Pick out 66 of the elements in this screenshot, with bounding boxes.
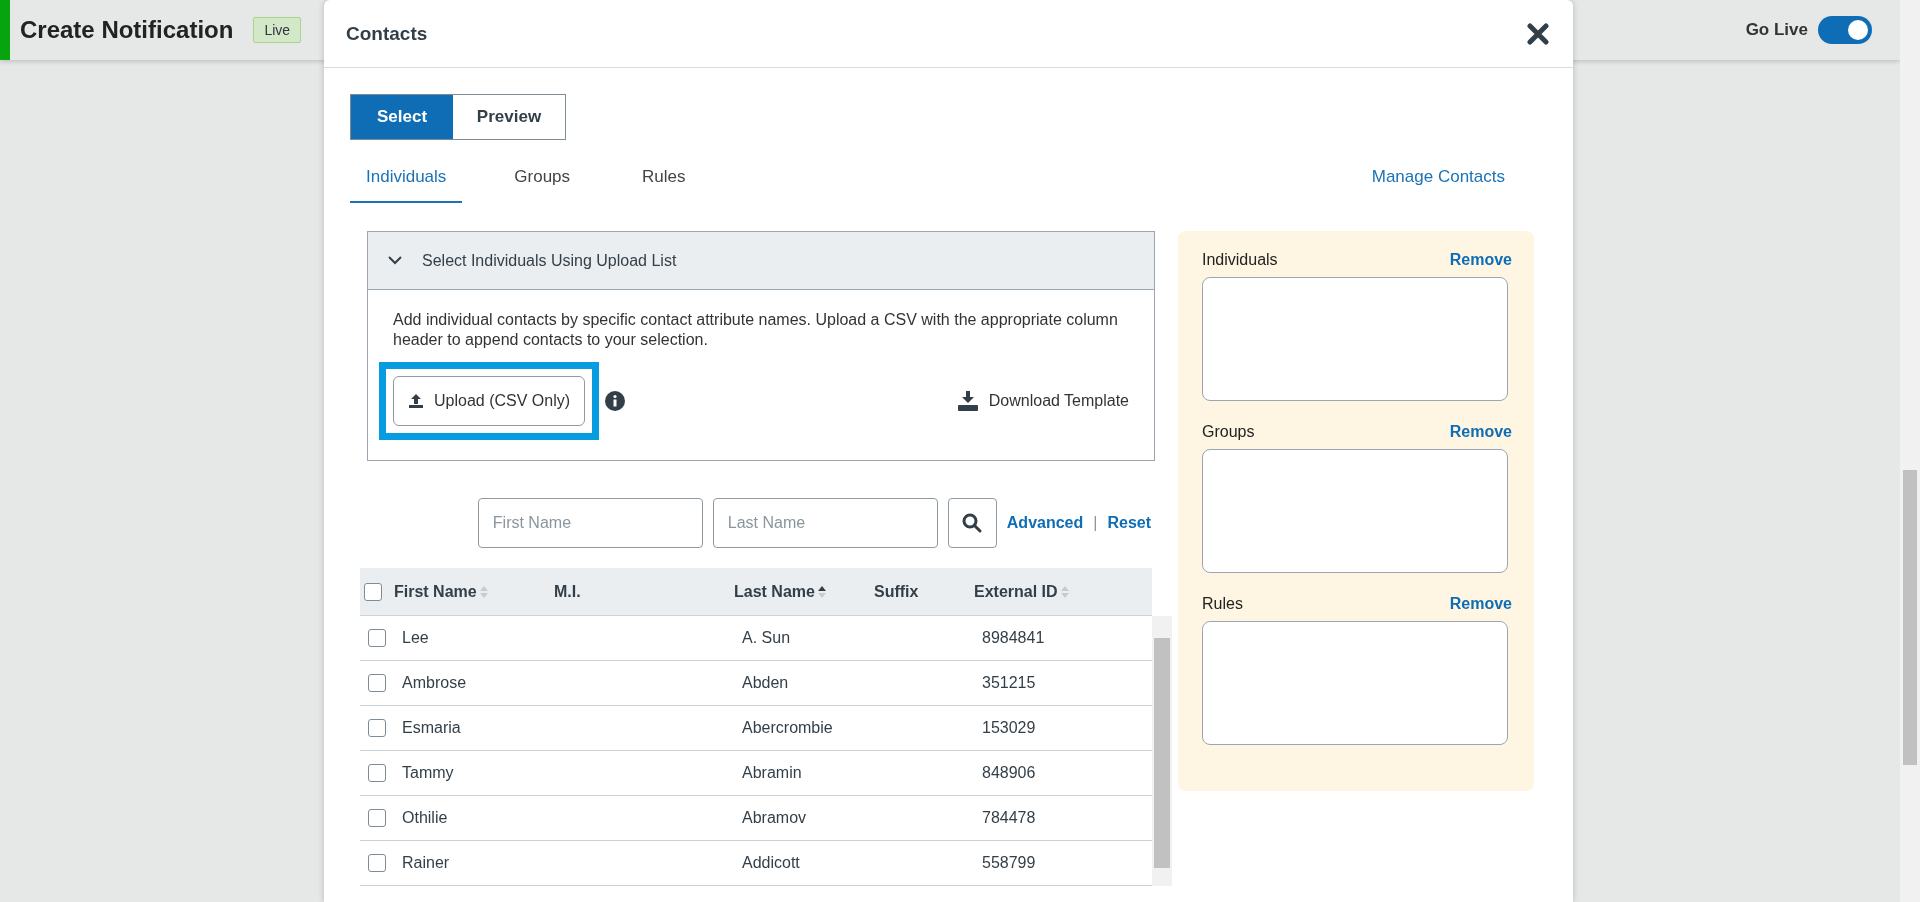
selection-label: Groups — [1202, 423, 1255, 441]
status-badge: Live — [253, 17, 302, 43]
last-name-field[interactable]: Last Name — [712, 498, 938, 548]
table-cell: 558799 — [982, 854, 1036, 871]
search-button[interactable] — [947, 498, 997, 548]
row-checkbox[interactable] — [368, 674, 386, 692]
table-cell: Abden — [742, 674, 789, 691]
row-checkbox[interactable] — [368, 854, 386, 872]
column-header[interactable]: First Name — [394, 582, 477, 601]
selection-label: Rules — [1202, 595, 1243, 613]
upload-description: Add individual contacts by specific contact attribute names. Upload a CSV with the appropriate column header to append contacts to your selection. — [393, 310, 1119, 350]
download-icon — [956, 391, 979, 411]
selection-label: Individuals — [1202, 251, 1278, 269]
tab[interactable]: Individuals — [350, 167, 463, 203]
close-icon — [1527, 22, 1549, 45]
table-cell: Abramin — [742, 764, 802, 781]
row-checkbox[interactable] — [368, 719, 386, 737]
tab[interactable]: Rules — [626, 167, 702, 203]
table-cell: 848906 — [982, 764, 1036, 781]
remove-link[interactable]: Remove — [1449, 595, 1512, 613]
first-name-field[interactable]: First Name — [477, 498, 703, 548]
table-cell: 8984841 — [982, 629, 1045, 646]
go-live-toggle[interactable] — [1818, 16, 1872, 44]
dialog-title: Contacts — [346, 22, 428, 45]
manage-contacts-link[interactable]: Manage Contacts — [1371, 167, 1505, 187]
mode-toggle-button[interactable]: Select — [351, 95, 453, 139]
table-scrollbar[interactable] — [1152, 616, 1172, 886]
table-cell: Tammy — [402, 764, 454, 781]
table-cell: Abramov — [742, 809, 807, 826]
link-separator: | — [1093, 514, 1098, 532]
page-scrollbar[interactable] — [1900, 0, 1920, 902]
page-title: Create Notification — [20, 16, 234, 44]
chevron-icon — [388, 256, 402, 265]
sort-icon[interactable] — [816, 584, 827, 599]
column-header: Suffix — [874, 582, 919, 601]
table-cell: Abercrombie — [742, 719, 833, 736]
remove-link[interactable]: Remove — [1449, 251, 1512, 269]
column-header: M.I. — [554, 582, 581, 601]
go-live-label: Go Live — [1745, 20, 1808, 40]
close-button[interactable] — [1527, 22, 1549, 45]
table-cell: Ambrose — [402, 674, 467, 691]
upload-button[interactable]: Upload (CSV Only) — [393, 376, 586, 426]
advanced-link[interactable]: Advanced — [1006, 514, 1084, 532]
row-checkbox[interactable] — [368, 764, 386, 782]
tab[interactable]: Groups — [498, 167, 587, 203]
reset-link[interactable]: Reset — [1107, 514, 1151, 532]
select-all-checkbox[interactable] — [364, 582, 382, 601]
table-cell: Rainer — [402, 854, 450, 871]
accordion-header[interactable]: Select Individuals Using Upload List — [368, 232, 1154, 290]
table-cell: Addicott — [742, 854, 800, 871]
table-cell: 351215 — [982, 674, 1036, 691]
search-icon — [962, 513, 983, 533]
remove-link[interactable]: Remove — [1449, 423, 1512, 441]
upload-icon — [408, 393, 424, 409]
column-header[interactable]: External ID — [974, 582, 1058, 601]
table-cell: 153029 — [982, 719, 1036, 736]
table-cell: Esmaria — [402, 719, 461, 736]
row-checkbox[interactable] — [368, 629, 386, 647]
table-cell: 784478 — [982, 809, 1036, 826]
table-cell: Lee — [402, 629, 429, 646]
info-icon[interactable] — [605, 391, 626, 411]
download-template-link[interactable]: Download Template — [956, 391, 1129, 411]
column-header[interactable]: Last Name — [734, 582, 815, 601]
table-cell: Othilie — [402, 809, 448, 826]
row-checkbox[interactable] — [368, 809, 386, 827]
table-cell: A. Sun — [742, 629, 791, 646]
